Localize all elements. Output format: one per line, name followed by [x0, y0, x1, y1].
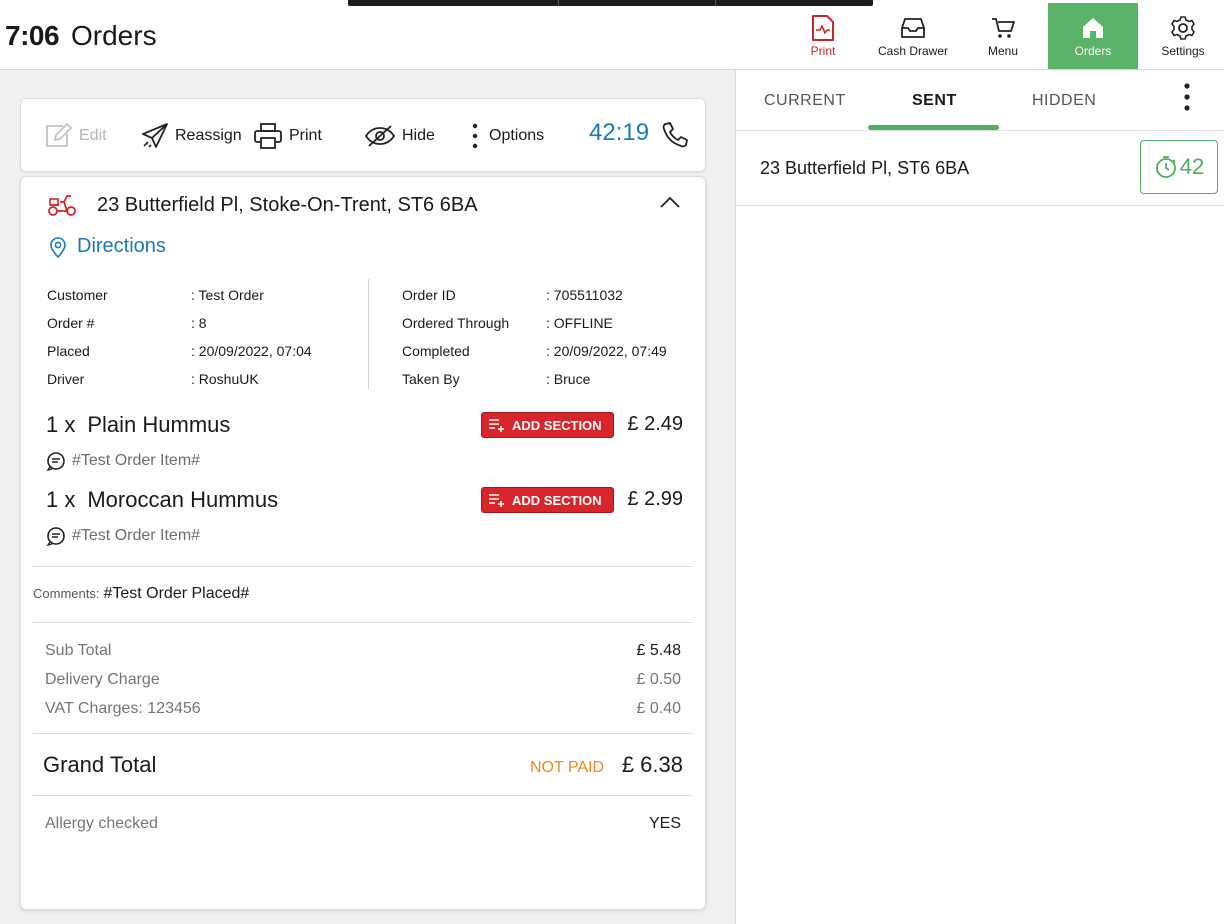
eye-off-icon — [364, 125, 396, 147]
meta-row: Placed: 20/09/2022, 07:04 — [47, 343, 312, 359]
active-tab-indicator — [868, 125, 999, 130]
order-meta-left: Customer: Test Order Order #: 8 Placed: … — [47, 281, 367, 393]
summary-row: VAT Charges: 123456 £ 0.40 — [45, 700, 681, 717]
order-item-note: #Test Order Item# — [46, 526, 200, 546]
summary-row: Delivery Charge £ 0.50 — [45, 671, 681, 688]
page-title: Orders — [71, 20, 157, 51]
address-text: 23 Butterfield Pl, Stoke-On-Trent, ST6 6… — [97, 193, 478, 216]
kebab-menu-icon — [472, 123, 478, 149]
location-pin-icon — [50, 236, 66, 258]
meta-row: Completed: 20/09/2022, 07:49 — [402, 343, 667, 359]
allergy-label: Allergy checked — [45, 815, 158, 832]
order-detail-card: 23 Butterfield Pl, Stoke-On-Trent, ST6 6… — [20, 176, 706, 910]
comment-icon — [46, 452, 65, 471]
order-item-note: #Test Order Item# — [46, 451, 200, 471]
divider — [33, 795, 693, 796]
delivery-address: 23 Butterfield Pl, Stoke-On-Trent, ST6 6… — [47, 193, 478, 217]
elapsed-timer-badge: 42 — [1140, 140, 1218, 194]
order-meta-right: Order ID: 705511032 Ordered Through: OFF… — [402, 281, 702, 393]
nav-settings-label: Settings — [1161, 44, 1205, 58]
tab-hidden[interactable]: HIDDEN — [1032, 92, 1096, 110]
home-icon — [1081, 14, 1105, 42]
cart-icon — [990, 14, 1016, 42]
chevron-up-icon[interactable] — [659, 195, 681, 214]
payment-status-badge: NOT PAID — [530, 759, 605, 776]
print-label: Print — [289, 127, 322, 144]
add-list-icon — [489, 419, 504, 432]
stopwatch-icon — [1155, 156, 1176, 178]
list-item[interactable]: 23 Butterfield Pl, ST6 6BA 42 — [736, 132, 1224, 206]
nav-print-label: Print — [810, 44, 836, 58]
directions-label: Directions — [77, 235, 166, 257]
nav-orders-label: Orders — [1074, 44, 1112, 58]
add-section-button[interactable]: ADD SECTION — [481, 487, 614, 513]
meta-divider — [368, 279, 369, 389]
directions-link[interactable]: Directions — [49, 235, 166, 258]
meta-row: Customer: Test Order — [47, 287, 264, 303]
nav-cash-drawer-label: Cash Drawer — [877, 44, 949, 58]
kebab-menu-icon[interactable] — [1181, 82, 1193, 119]
reassign-button[interactable]: Reassign — [141, 121, 242, 151]
phone-icon[interactable] — [661, 121, 689, 154]
nav-settings-button[interactable]: Settings — [1138, 3, 1224, 69]
edit-icon — [46, 123, 72, 147]
edit-label: Edit — [79, 127, 107, 144]
order-tabs: CURRENT SENT HIDDEN — [736, 70, 1224, 131]
order-item-price: £ 2.49 — [627, 413, 683, 435]
tab-sent[interactable]: SENT — [912, 92, 957, 110]
summary-row: Sub Total £ 5.48 — [45, 642, 681, 659]
options-label: Options — [489, 127, 545, 144]
order-item-name: 1 x Moroccan Hummus — [46, 487, 279, 512]
paper-plane-icon — [142, 123, 168, 148]
nav-orders-button[interactable]: Orders — [1048, 3, 1138, 69]
scooter-icon — [48, 195, 76, 216]
clock: 7:06 — [5, 20, 60, 51]
orders-list-panel: CURRENT SENT HIDDEN 23 Butterfield Pl, S… — [735, 70, 1224, 924]
cash-drawer-icon — [899, 14, 927, 42]
comment-icon — [46, 527, 65, 546]
grand-total-label: Grand Total — [43, 752, 157, 777]
meta-row: Taken By: Bruce — [402, 371, 591, 387]
edit-button[interactable]: Edit — [43, 121, 107, 151]
meta-row: Ordered Through: OFFLINE — [402, 315, 613, 331]
order-item-price: £ 2.99 — [627, 488, 683, 510]
order-item-name: 1 x Plain Hummus — [46, 412, 231, 437]
top-bar: 7:06 Orders Print Cash Drawer Menu Order… — [0, 0, 1224, 70]
gear-icon — [1170, 14, 1196, 42]
reassign-label: Reassign — [175, 127, 242, 144]
nav-menu-button[interactable]: Menu — [958, 3, 1048, 69]
order-comments: Comments: #Test Order Placed# — [33, 585, 250, 602]
order-timer: 42:19 — [589, 119, 650, 146]
print-button[interactable]: Print — [253, 121, 322, 151]
add-section-button[interactable]: ADD SECTION — [481, 412, 614, 438]
nav-menu-label: Menu — [987, 44, 1019, 58]
divider — [33, 622, 693, 623]
grand-total-value: £ 6.38 — [621, 752, 683, 777]
add-list-icon — [489, 494, 504, 507]
list-item-address: 23 Butterfield Pl, ST6 6BA — [760, 158, 970, 178]
options-button[interactable]: Options — [467, 121, 544, 151]
printer-icon — [254, 123, 282, 149]
divider — [33, 733, 693, 734]
nav-print-button[interactable]: Print — [778, 3, 868, 69]
hide-button[interactable]: Hide — [364, 121, 435, 151]
meta-row: Driver: RoshuUK — [47, 371, 259, 387]
hide-label: Hide — [402, 127, 435, 144]
nav-cash-drawer-button[interactable]: Cash Drawer — [868, 3, 958, 69]
meta-row: Order ID: 705511032 — [402, 287, 623, 303]
print-receipt-icon — [810, 14, 836, 42]
meta-row: Order #: 8 — [47, 315, 207, 331]
divider — [33, 566, 693, 567]
allergy-value: YES — [648, 815, 681, 832]
tab-current[interactable]: CURRENT — [764, 92, 846, 110]
order-toolbar: Edit Reassign Print Hide Options 42:19 — [20, 98, 706, 172]
